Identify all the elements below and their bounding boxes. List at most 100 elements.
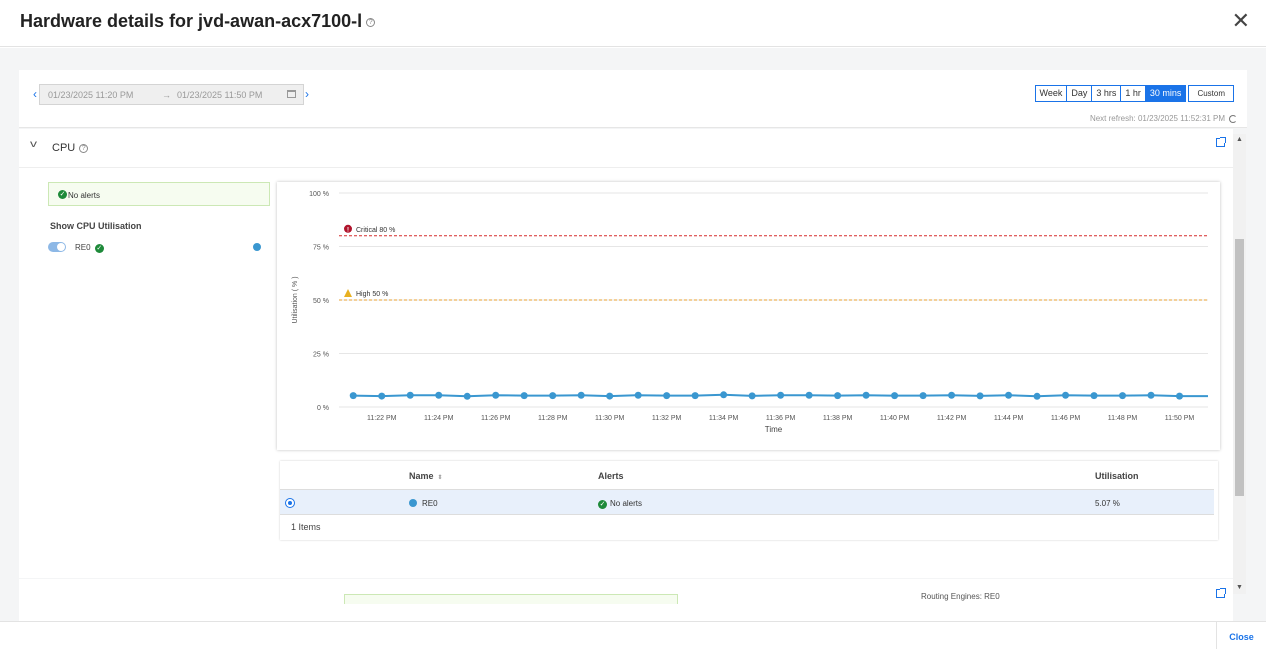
cpu-help-icon[interactable]: ?	[79, 143, 89, 153]
data-point	[691, 392, 699, 400]
data-point	[919, 392, 927, 400]
modal-title: Hardware details for jvd-awan-acx7100-l?	[20, 11, 376, 32]
data-point	[1119, 392, 1127, 400]
row-alerts-text: No alerts	[610, 499, 643, 508]
cpu-alert-box: ✓ No alerts	[48, 182, 270, 206]
x-tick-label: 11:30 PM	[595, 415, 625, 422]
y-tick-label: 75 %	[313, 245, 329, 252]
row-utilisation: 5.07 %	[1095, 499, 1120, 508]
next-refresh: Next refresh: 01/23/2025 11:52:31 PM	[1090, 114, 1237, 123]
cpu-title-text: CPU	[52, 142, 76, 154]
data-point	[378, 392, 386, 400]
day-button[interactable]: Day	[1066, 85, 1093, 102]
data-point	[349, 392, 357, 400]
data-point	[976, 392, 984, 400]
scroll-up-icon[interactable]: ▲	[1236, 136, 1243, 143]
date-from: 01/23/2025 11:20 PM	[48, 90, 134, 100]
row-name-text: RE0	[422, 499, 438, 508]
data-point	[492, 391, 500, 399]
re0-label-text: RE0	[75, 243, 91, 252]
threshold-label: Critical 80 %	[356, 227, 395, 234]
y-tick-label: 0 %	[317, 405, 329, 412]
popout-icon[interactable]	[1216, 137, 1226, 147]
data-point	[720, 391, 728, 399]
re0-toggle[interactable]	[48, 242, 66, 252]
30mins-button[interactable]: 30 mins	[1144, 85, 1187, 102]
data-point	[891, 392, 899, 400]
week-button[interactable]: Week	[1034, 85, 1068, 102]
y-tick-label: 50 %	[313, 298, 329, 305]
lower-label: Routing Engines: RE0	[921, 592, 1000, 601]
lower-panel: Routing Engines: RE0	[19, 579, 1233, 621]
table-row[interactable]: RE0 ✓ No alerts 5.07 %	[280, 489, 1214, 515]
data-point	[577, 391, 585, 399]
close-button[interactable]: Close	[1216, 622, 1266, 649]
3hrs-button[interactable]: 3 hrs	[1091, 85, 1122, 102]
cpu-header[interactable]: v CPU?	[19, 129, 1233, 168]
data-point	[435, 391, 443, 399]
data-point	[606, 392, 614, 400]
lower-popout-icon[interactable]	[1216, 588, 1226, 598]
x-tick-label: 11:26 PM	[481, 415, 511, 422]
header-name[interactable]: Name ⇕	[409, 471, 443, 481]
scrollbar[interactable]: ▲ ▼	[1233, 134, 1246, 594]
critical-icon-glyph: !	[347, 227, 349, 233]
data-point	[748, 392, 756, 400]
data-point	[948, 391, 956, 399]
modal-title-text: Hardware details for jvd-awan-acx7100-l	[20, 11, 363, 31]
prev-range-icon[interactable]: ‹	[33, 87, 37, 101]
cpu-panel: v CPU? ✓ No alerts Show CPU Utilisation …	[19, 129, 1233, 578]
re0-ok-icon: ✓	[94, 244, 104, 253]
next-range-icon[interactable]: ›	[305, 87, 309, 101]
calendar-icon[interactable]	[287, 90, 296, 98]
data-point	[1147, 391, 1155, 399]
x-tick-label: 11:36 PM	[766, 415, 796, 422]
data-point	[634, 391, 642, 399]
cpu-title: CPU?	[52, 142, 89, 154]
cpu-table: Name ⇕ Alerts Utilisation RE0 ✓ No alerts …	[280, 461, 1218, 540]
date-to: 01/23/2025 11:50 PM	[177, 90, 263, 100]
custom-button[interactable]: Custom	[1188, 85, 1234, 102]
data-point	[520, 392, 528, 400]
data-point	[1062, 391, 1070, 399]
sort-icon[interactable]: ⇕	[438, 475, 443, 481]
modal-body: ‹ 01/23/2025 11:20 PM → 01/23/2025 11:50…	[0, 48, 1266, 621]
x-axis-label: Time	[765, 425, 783, 434]
scroll-thumb[interactable]	[1235, 239, 1244, 496]
header-name-text: Name	[409, 471, 434, 481]
data-point	[1176, 392, 1184, 400]
date-range-picker[interactable]: 01/23/2025 11:20 PM → 01/23/2025 11:50 P…	[39, 84, 304, 105]
1hr-button[interactable]: 1 hr	[1120, 85, 1146, 102]
close-icon[interactable]: ✕	[1232, 10, 1250, 32]
time-range-buttons: Week Day 3 hrs 1 hr 30 mins Custom	[1034, 85, 1234, 102]
show-cpu-label: Show CPU Utilisation	[50, 221, 142, 231]
scroll-down-icon[interactable]: ▼	[1236, 584, 1243, 591]
data-point	[549, 392, 557, 400]
re0-label: RE0 ✓	[75, 243, 104, 253]
data-point	[463, 392, 471, 400]
x-tick-label: 11:32 PM	[652, 415, 682, 422]
data-point	[663, 392, 671, 400]
x-tick-label: 11:50 PM	[1165, 415, 1195, 422]
row-name: RE0	[409, 499, 438, 508]
range-arrow-icon: →	[162, 90, 171, 100]
next-refresh-text: Next refresh: 01/23/2025 11:52:31 PM	[1089, 114, 1225, 123]
help-icon[interactable]: ?	[366, 17, 376, 27]
modal-footer: Close	[0, 621, 1266, 649]
y-tick-label: 25 %	[313, 352, 329, 359]
cpu-chart-svg: 0 % 25 % 50 % 75 % 100 % 11:22 PM 11:24 PM 11:2…	[292, 191, 1208, 434]
x-tick-label: 11:34 PM	[709, 415, 739, 422]
series-color-dot	[253, 243, 261, 251]
row-check-icon: ✓	[598, 500, 607, 509]
x-tick-label: 11:22 PM	[367, 415, 397, 422]
chevron-down-icon[interactable]: v	[30, 139, 37, 150]
cpu-alert-text: No alerts	[68, 191, 101, 200]
refresh-icon[interactable]	[1229, 114, 1237, 123]
x-tick-label: 11:24 PM	[424, 415, 454, 422]
items-count: 1 Items	[291, 522, 321, 532]
row-color-dot	[409, 499, 417, 507]
x-tick-label: 11:46 PM	[1051, 415, 1081, 422]
header-alerts: Alerts	[598, 471, 624, 481]
check-circle-icon: ✓	[58, 190, 67, 199]
row-radio[interactable]	[285, 498, 295, 508]
